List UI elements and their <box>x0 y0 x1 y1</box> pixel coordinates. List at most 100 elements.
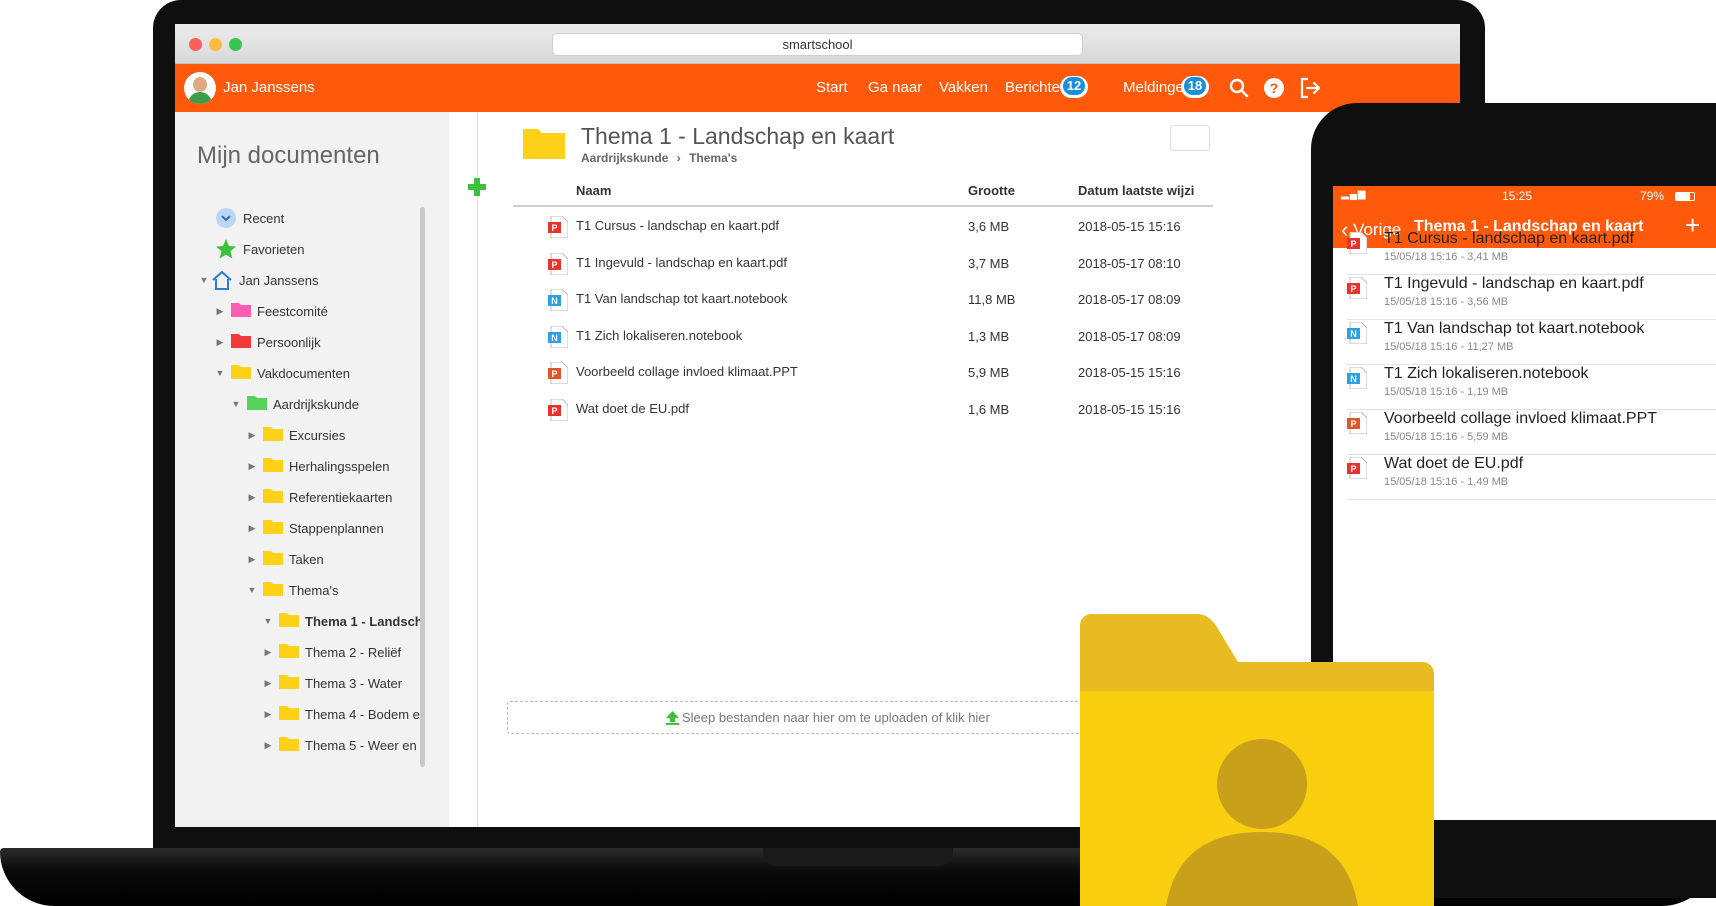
sidebar-item-vakdocumenten[interactable]: ▼ Vakdocumenten <box>213 362 350 384</box>
sidebar-item-thema-1[interactable]: ▼ Thema 1 - Landschap en kaart <box>261 610 420 632</box>
expand-arrow-icon[interactable]: ▶ <box>213 337 227 348</box>
sidebar-item-favorieten[interactable]: Favorieten <box>215 238 304 260</box>
expand-arrow-icon[interactable]: ▶ <box>245 523 259 534</box>
table-row[interactable]: P Wat doet de EU.pdf 1,6 MB 2018-05-15 1… <box>513 391 1213 428</box>
browser-titlebar: smartschool <box>175 24 1460 64</box>
svg-text:N: N <box>1350 374 1357 384</box>
notebook-file-icon: N <box>1347 367 1367 389</box>
nav-berichten[interactable]: Berichten <box>1005 79 1068 96</box>
help-icon[interactable]: ? <box>1262 76 1286 100</box>
svg-text:P: P <box>551 369 557 379</box>
status-time: 15:25 <box>1502 189 1533 203</box>
svg-text:P: P <box>551 260 557 270</box>
folder-icon <box>231 365 251 379</box>
table-row[interactable]: N T1 Zich lokaliseren.notebook 1,3 MB 20… <box>513 318 1213 355</box>
list-item[interactable]: N T1 Zich lokaliseren.notebook 15/05/18 … <box>1347 361 1716 410</box>
close-window-button[interactable] <box>189 38 202 51</box>
table-row[interactable]: N T1 Van landschap tot kaart.notebook 11… <box>513 281 1213 318</box>
ppt-file-icon: P <box>548 362 568 384</box>
sidebar-item-herhalingsspelen[interactable]: ▶ Herhalingsspelen <box>245 455 389 477</box>
expand-arrow-icon[interactable]: ▼ <box>229 399 243 409</box>
folder-icon <box>263 489 283 503</box>
sidebar-scrollbar[interactable] <box>420 207 425 767</box>
toolbar-button[interactable] <box>1170 125 1210 151</box>
svg-text:P: P <box>1350 419 1356 429</box>
sidebar-item-themas[interactable]: ▼ Thema's <box>245 579 338 601</box>
expand-arrow-icon[interactable]: ▼ <box>245 585 259 595</box>
column-header-naam[interactable]: Naam <box>576 183 611 198</box>
search-icon[interactable] <box>1227 76 1251 100</box>
sidebar-item-thema-4[interactable]: ▶ Thema 4 - Bodem en <box>261 703 420 725</box>
folder-icon <box>247 396 267 410</box>
battery-icon <box>1675 192 1695 201</box>
meldingen-badge[interactable]: 18 <box>1181 76 1209 98</box>
sidebar-title: Mijn documenten <box>197 142 380 169</box>
svg-text:P: P <box>1350 284 1356 294</box>
list-item[interactable]: P T1 Ingevuld - landschap en kaart.pdf 1… <box>1347 271 1716 320</box>
berichten-badge[interactable]: 12 <box>1060 76 1088 98</box>
column-header-datum[interactable]: Datum laatste wijzi <box>1078 183 1194 198</box>
nav-ga-naar[interactable]: Ga naar <box>868 79 922 96</box>
sidebar-item-taken[interactable]: ▶ Taken <box>245 548 324 570</box>
sidebar-item-thema-3[interactable]: ▶ Thema 3 - Water <box>261 672 402 694</box>
nav-start[interactable]: Start <box>816 79 848 96</box>
expand-arrow-icon[interactable]: ▶ <box>213 306 227 317</box>
home-icon <box>212 270 232 290</box>
expand-arrow-icon[interactable]: ▼ <box>213 368 227 378</box>
svg-text:P: P <box>551 223 557 233</box>
sidebar-item-thema-2[interactable]: ▶ Thema 2 - Reliëf <box>261 641 401 663</box>
sidebar-item-jan-janssens[interactable]: ▼ Jan Janssens <box>197 269 319 291</box>
expand-arrow-icon[interactable]: ▶ <box>261 647 275 658</box>
folder-icon <box>279 706 299 720</box>
expand-arrow-icon[interactable]: ▶ <box>245 461 259 472</box>
phone-status-bar: ▂▄▆ 15:25 79% <box>1333 186 1716 206</box>
pdf-file-icon: P <box>548 253 568 275</box>
expand-arrow-icon[interactable]: ▶ <box>245 430 259 441</box>
avatar[interactable] <box>184 72 216 104</box>
nav-vakken[interactable]: Vakken <box>939 79 988 96</box>
sidebar-item-persoonlijk[interactable]: ▶ Persoonlijk <box>213 331 321 353</box>
sidebar-item-excursies[interactable]: ▶ Excursies <box>245 424 345 446</box>
notebook-file-icon: N <box>548 326 568 348</box>
folder-icon <box>231 303 251 317</box>
folder-icon <box>523 129 565 159</box>
svg-text:N: N <box>1350 329 1357 339</box>
expand-arrow-icon[interactable]: ▶ <box>261 709 275 720</box>
folder-icon <box>263 551 283 565</box>
svg-text:P: P <box>1350 464 1356 474</box>
minimize-window-button[interactable] <box>209 38 222 51</box>
list-item[interactable]: P Wat doet de EU.pdf 15/05/18 15:16 - 1,… <box>1347 451 1716 500</box>
battery-level: 79% <box>1640 189 1665 203</box>
sidebar-item-thema-5[interactable]: ▶ Thema 5 - Weer en k <box>261 734 420 756</box>
svg-text:P: P <box>551 406 557 416</box>
column-header-grootte[interactable]: Grootte <box>968 183 1015 198</box>
breadcrumb-themas[interactable]: Thema's <box>689 151 737 165</box>
expand-arrow-icon[interactable]: ▶ <box>245 554 259 565</box>
svg-text:N: N <box>551 296 558 306</box>
notebook-file-icon: N <box>548 289 568 311</box>
add-icon[interactable] <box>467 177 487 197</box>
expand-arrow-icon[interactable]: ▶ <box>245 492 259 503</box>
expand-arrow-icon[interactable]: ▼ <box>261 616 275 626</box>
list-item[interactable]: P T1 Cursus - landschap en kaart.pdf 15/… <box>1347 226 1716 275</box>
logout-icon[interactable] <box>1298 76 1322 100</box>
sidebar-item-aardrijkskunde[interactable]: ▼ Aardrijkskunde <box>229 393 359 415</box>
table-row[interactable]: P Voorbeeld collage invloed klimaat.PPT … <box>513 354 1213 391</box>
user-name[interactable]: Jan Janssens <box>223 79 315 96</box>
expand-arrow-icon[interactable]: ▼ <box>197 275 211 285</box>
url-bar[interactable]: smartschool <box>552 33 1083 56</box>
breadcrumb-aardrijkskunde[interactable]: Aardrijkskunde <box>581 151 668 165</box>
sidebar-item-feestcomite[interactable]: ▶ Feestcomité <box>213 300 328 322</box>
sidebar-item-recent[interactable]: Recent <box>215 207 284 229</box>
expand-arrow-icon[interactable]: ▶ <box>261 740 275 751</box>
sidebar-item-referentiekaarten[interactable]: ▶ Referentiekaarten <box>245 486 392 508</box>
list-item[interactable]: N T1 Van landschap tot kaart.notebook 15… <box>1347 316 1716 365</box>
list-item[interactable]: P Voorbeeld collage invloed klimaat.PPT … <box>1347 406 1716 455</box>
maximize-window-button[interactable] <box>229 38 242 51</box>
sidebar-item-stappenplannen[interactable]: ▶ Stappenplannen <box>245 517 384 539</box>
table-row[interactable]: P T1 Ingevuld - landschap en kaart.pdf 3… <box>513 245 1213 282</box>
breadcrumb-separator: › <box>676 151 681 165</box>
expand-arrow-icon[interactable]: ▶ <box>261 678 275 689</box>
table-row[interactable]: P T1 Cursus - landschap en kaart.pdf 3,6… <box>513 208 1213 245</box>
pdf-file-icon: P <box>1347 277 1367 299</box>
